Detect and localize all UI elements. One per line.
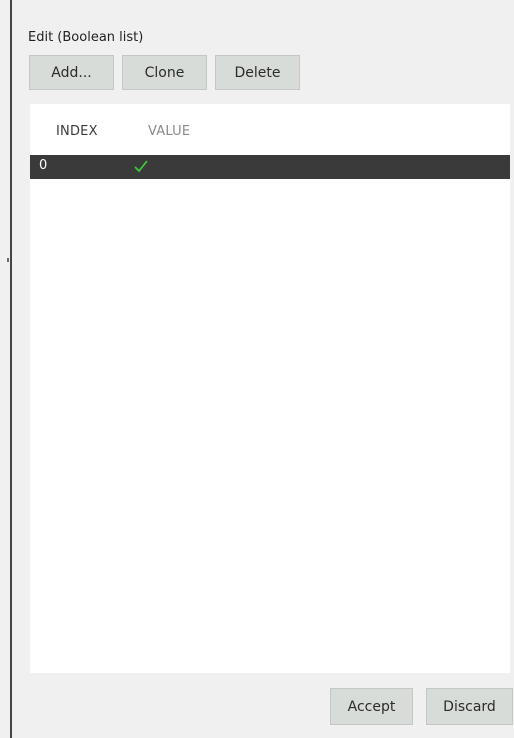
resize-handle-mark	[7, 258, 9, 262]
edit-dialog-window: Edit (Boolean list) Add... Clone Delete …	[0, 0, 514, 738]
add-button[interactable]: Add...	[29, 55, 114, 90]
checkmark-icon[interactable]	[133, 156, 149, 176]
column-header-index[interactable]: INDEX	[56, 124, 98, 139]
row-index-cell: 0	[39, 158, 48, 173]
clone-button[interactable]: Clone	[122, 55, 207, 90]
accept-button[interactable]: Accept	[330, 688, 413, 725]
delete-button[interactable]: Delete	[215, 55, 300, 90]
column-header-value[interactable]: VALUE	[148, 124, 190, 139]
checkmark-icon-svg	[134, 160, 148, 173]
boolean-list[interactable]	[30, 104, 510, 673]
editor-panel: Edit (Boolean list) Add... Clone Delete …	[12, 0, 514, 738]
discard-button[interactable]: Discard	[426, 688, 513, 725]
dialog-title: Edit (Boolean list)	[28, 30, 144, 45]
table-row[interactable]: 0	[30, 155, 510, 179]
